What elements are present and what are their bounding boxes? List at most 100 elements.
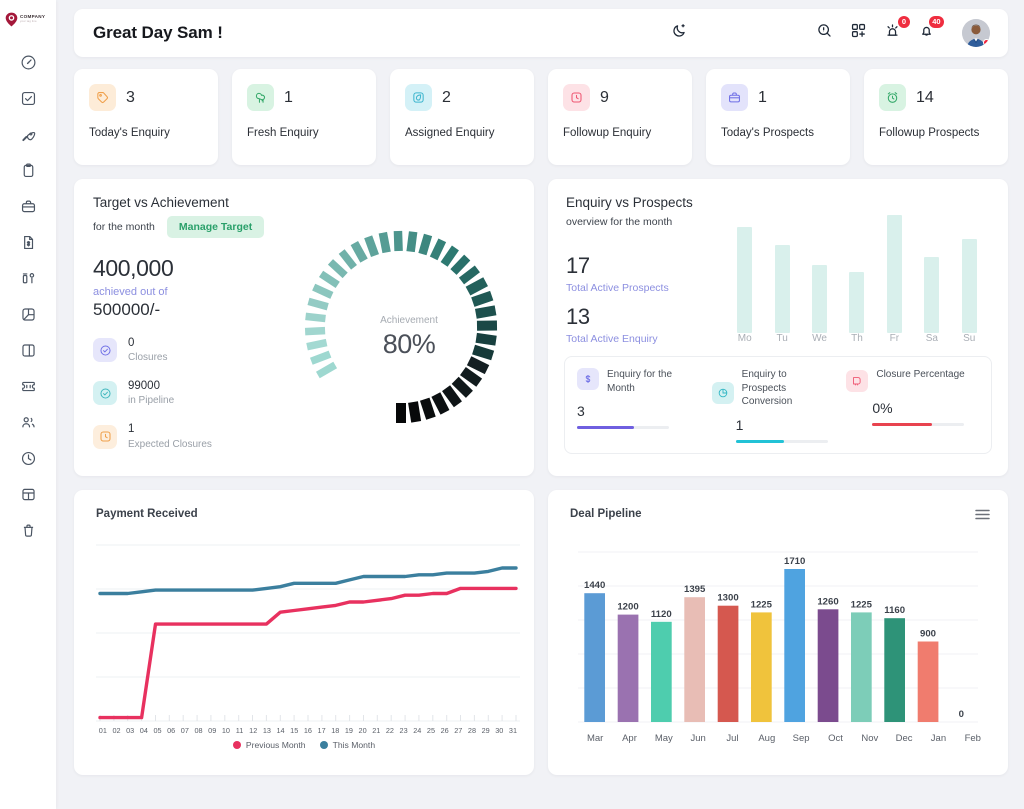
- legend-color-dot: [232, 741, 241, 749]
- top-bar: Great Day Sam ! 0 40: [74, 9, 1008, 57]
- total-active-prospects-label: Total Active Prospects: [566, 282, 669, 294]
- avatar[interactable]: [962, 19, 990, 47]
- stat-card[interactable]: 1 Fresh Enquiry: [232, 69, 376, 165]
- deal-x-tick: Jun: [690, 733, 706, 744]
- deal-bar[interactable]: [884, 618, 905, 722]
- deal-x-tick: May: [654, 733, 673, 744]
- deal-bar[interactable]: [784, 569, 805, 722]
- stat-label: Followup Prospects: [879, 127, 980, 139]
- qr-scan-button[interactable]: [850, 22, 867, 44]
- clock-alt-icon: [93, 424, 117, 449]
- deal-x-tick: Oct: [828, 733, 843, 744]
- sidebar-item-invoices[interactable]: [11, 231, 45, 253]
- weekly-bar-column: [726, 215, 763, 333]
- payment-legend-item[interactable]: This Month: [319, 740, 375, 750]
- deal-x-tick: Dec: [895, 733, 913, 744]
- dollar-icon: [577, 368, 599, 390]
- payment-legend-item[interactable]: Previous Month: [232, 740, 306, 750]
- pie-chart-icon: [20, 306, 37, 323]
- weekly-bar: [886, 215, 902, 333]
- stat-value: 14: [916, 88, 934, 106]
- breakdown-text: 0 Closures: [128, 337, 167, 363]
- payment-x-tick: 11: [235, 726, 244, 735]
- stat-label: Followup Enquiry: [563, 127, 652, 139]
- company-logo[interactable]: COMPANY your tag line: [5, 9, 51, 29]
- deal-x-tick: Aug: [758, 733, 776, 744]
- sidebar-item-dashboard[interactable]: [11, 51, 45, 73]
- payment-chart-title: Payment Received: [96, 508, 198, 520]
- sidebar-item-reports[interactable]: [11, 267, 45, 289]
- deal-card-header: Deal Pipeline: [570, 508, 990, 526]
- sidebar-item-layout[interactable]: [11, 339, 45, 361]
- deal-bar[interactable]: [851, 612, 872, 722]
- search-button[interactable]: [816, 22, 833, 44]
- payment-x-tick: 23: [399, 726, 408, 735]
- deal-bar[interactable]: [917, 641, 939, 723]
- prospect-metric: Enquiry to Prospects Conversion 1: [711, 368, 847, 453]
- breakdown-value: 99000: [128, 380, 160, 393]
- sidebar-item-deals[interactable]: [11, 195, 45, 217]
- sidebar-item-tasks[interactable]: [11, 87, 45, 109]
- stat-card[interactable]: 2 Assigned Enquiry: [390, 69, 534, 165]
- manage-target-button[interactable]: Manage Target: [166, 216, 265, 238]
- notifications-button[interactable]: 40: [918, 16, 944, 44]
- deal-bar[interactable]: [584, 593, 605, 722]
- achieved-amount: 400,000: [93, 255, 174, 281]
- check-circle-icon: [93, 381, 117, 406]
- metric-head: Enquiry for the Month: [577, 368, 706, 395]
- payment-x-tick: 09: [208, 726, 217, 735]
- sidebar: COMPANY your tag line: [0, 0, 56, 809]
- stat-card[interactable]: 3 Today's Enquiry: [74, 69, 218, 165]
- enquiry-vs-prospects-card: Enquiry vs Prospects overview for the mo…: [548, 179, 1008, 476]
- weekly-bar-column: [838, 215, 875, 333]
- stat-card-top: 1: [721, 84, 836, 111]
- weekly-bar: [924, 257, 940, 333]
- sidebar-item-activity[interactable]: [11, 447, 45, 469]
- sidebar-item-clipboard[interactable]: [11, 159, 45, 181]
- sidebar-item-trash[interactable]: [11, 519, 45, 541]
- weekly-axis-label: Tu: [776, 333, 788, 344]
- breakdown-text: 99000 in Pipeline: [128, 380, 174, 406]
- payment-x-tick: 26: [440, 726, 449, 735]
- deal-bar[interactable]: [684, 597, 705, 722]
- payment-x-tick: 21: [372, 726, 381, 735]
- logo-wordmark: COMPANY your tag line: [20, 14, 45, 23]
- target-breakdown-item: 99000 in Pipeline: [93, 380, 303, 406]
- pie-clock-icon: [711, 382, 734, 404]
- payment-x-tick: 10: [221, 726, 230, 735]
- deal-menu-button[interactable]: [975, 508, 990, 526]
- briefcase-icon: [721, 84, 748, 111]
- sidebar-item-leads[interactable]: [11, 123, 45, 145]
- metric-value: 1: [735, 416, 744, 433]
- sidebar-item-contacts[interactable]: [11, 411, 45, 433]
- weekly-bar-column: [876, 215, 913, 333]
- payment-x-tick: 19: [344, 726, 353, 735]
- deal-x-tick: Feb: [964, 733, 981, 744]
- deal-bar[interactable]: [817, 609, 839, 722]
- theme-toggle-button[interactable]: [671, 22, 688, 44]
- alerts-button[interactable]: 0: [884, 16, 910, 44]
- payment-x-tick: 30: [495, 726, 504, 735]
- sidebar-item-tickets[interactable]: [11, 375, 45, 397]
- topbar-actions: 0 40: [816, 16, 990, 47]
- sidebar-item-campaigns[interactable]: [11, 303, 45, 325]
- ticket-icon: [20, 378, 37, 395]
- stat-card[interactable]: 1 Today's Prospects: [706, 69, 850, 165]
- breakdown-caption: in Pipeline: [128, 395, 175, 407]
- deal-bar[interactable]: [651, 621, 672, 722]
- weekly-axis-label: Sa: [925, 333, 938, 344]
- breakdown-text: 1 Expected Closures: [128, 423, 212, 449]
- deal-bar[interactable]: [617, 614, 639, 722]
- deal-bar[interactable]: [717, 605, 739, 722]
- weekly-bar-column: [913, 215, 950, 333]
- stat-card[interactable]: 9 Followup Enquiry: [548, 69, 692, 165]
- payment-x-tick: 15: [290, 726, 299, 735]
- stat-card[interactable]: 14 Followup Prospects: [864, 69, 1008, 165]
- closure-icon: [846, 370, 869, 392]
- bottom-row: Payment Received 01 02 03 04 05 06 07 08 09 10 11 1…: [74, 490, 1008, 775]
- sidebar-item-grid[interactable]: [11, 483, 45, 505]
- deal-bar[interactable]: [751, 612, 772, 722]
- page-title: Great Day Sam !: [93, 23, 223, 42]
- deal-x-tick: Nov: [861, 733, 879, 744]
